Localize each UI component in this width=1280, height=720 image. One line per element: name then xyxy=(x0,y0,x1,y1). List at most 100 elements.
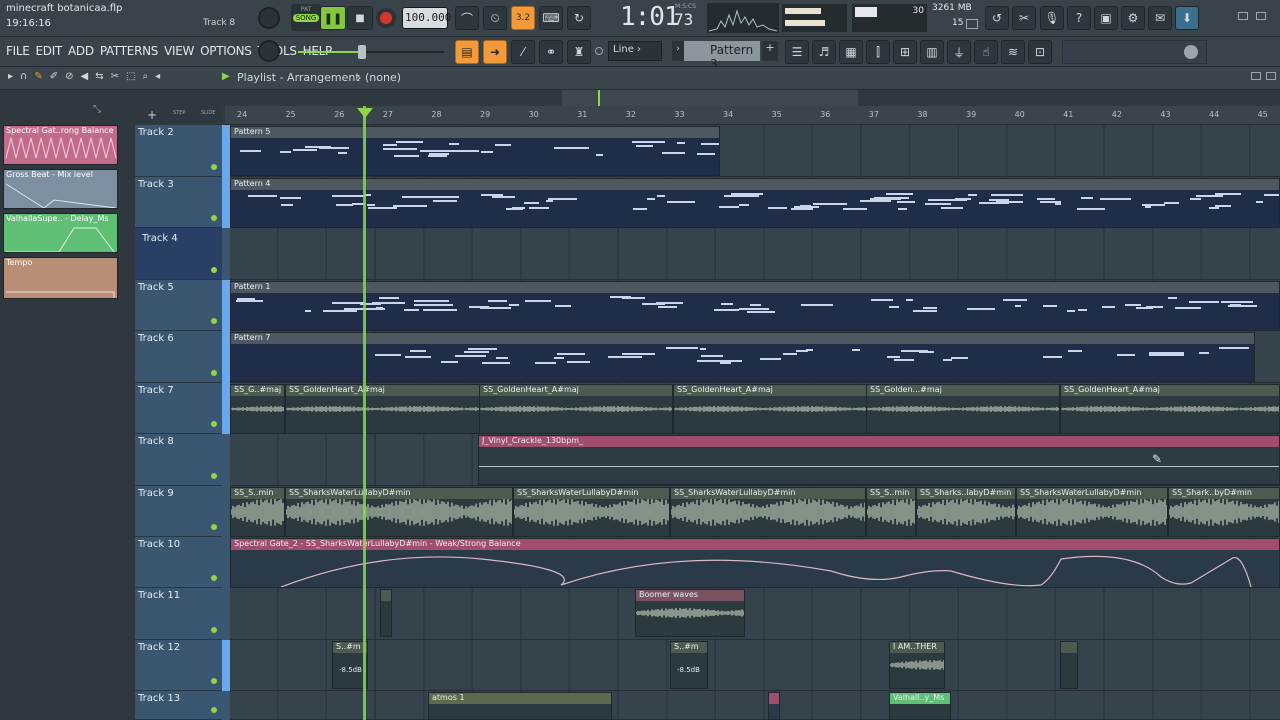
plug-icon[interactable]: ⏚ xyxy=(947,40,971,64)
menu-patterns[interactable]: PATTERNS xyxy=(100,44,159,58)
plugin-icon[interactable]: ⚙ xyxy=(1121,6,1145,30)
piano-roll-icon[interactable]: ▦ xyxy=(839,40,863,64)
track-header[interactable]: Track 10 xyxy=(135,537,222,588)
clip[interactable]: SS_GoldenHeart_A#maj xyxy=(673,384,867,434)
master-volume-slider[interactable] xyxy=(298,45,444,59)
select-tool-icon[interactable]: ⬚ xyxy=(126,71,135,82)
clip[interactable]: Spectral Gate_2 - SS_SharksWaterLullabyD… xyxy=(230,538,1280,588)
slice-tool-icon[interactable]: ✂ xyxy=(111,71,119,82)
countdown-icon[interactable]: 3.2 xyxy=(511,6,535,30)
track-enable-led[interactable] xyxy=(211,215,217,221)
link-icon[interactable]: ⚭ xyxy=(539,40,563,64)
mixer-icon[interactable]: ☰ xyxy=(785,40,809,64)
clip[interactable] xyxy=(380,589,392,637)
clip-spectral-gate[interactable]: Spectral Gat..rong Balance xyxy=(3,125,118,165)
wait-input-icon[interactable]: ⏲ xyxy=(483,6,507,30)
channel-rack-icon[interactable]: ♬ xyxy=(812,40,836,64)
pattern-selector[interactable]: Pattern 3 xyxy=(684,41,760,71)
track-enable-led[interactable] xyxy=(211,524,217,530)
wave-icon[interactable]: ≋ xyxy=(1001,40,1025,64)
scroll-icon[interactable]: ⤡ xyxy=(93,104,101,115)
clip[interactable] xyxy=(1060,641,1078,689)
microphone-icon[interactable]: 🎙 xyxy=(1040,6,1064,30)
help-icon[interactable]: ? xyxy=(1067,6,1091,30)
clip[interactable] xyxy=(768,692,780,720)
master-pitch-knob[interactable] xyxy=(258,40,280,62)
slice-icon[interactable]: ⁄ xyxy=(511,40,535,64)
track-header[interactable]: Track 7 xyxy=(135,383,222,434)
track-lane[interactable] xyxy=(230,228,1280,280)
snap-select[interactable]: Line › xyxy=(608,41,662,61)
faders-icon[interactable]: ⫿ xyxy=(866,40,890,64)
playhead-marker-icon[interactable] xyxy=(357,108,373,118)
clip[interactable]: SS_Sharks..labyD#min xyxy=(916,487,1016,537)
clip[interactable]: atmos 1 xyxy=(428,692,612,720)
menu-options[interactable]: OPTIONS xyxy=(200,44,252,58)
maximize-icon[interactable] xyxy=(1256,12,1266,20)
add-pattern-icon[interactable]: + xyxy=(762,41,778,61)
loop-record-icon[interactable]: ↻ xyxy=(567,6,591,30)
track-header[interactable]: Track 12 xyxy=(135,640,222,691)
track-enable-led[interactable] xyxy=(211,267,217,273)
playlist-maximize-icon[interactable] xyxy=(1266,72,1276,80)
clip[interactable]: S..#m -8.5dB xyxy=(670,641,708,689)
chat-icon[interactable]: ✉ xyxy=(1148,6,1172,30)
playlist-minimize-icon[interactable] xyxy=(1251,72,1261,80)
clip[interactable]: SS_GoldenHeart_A#maj xyxy=(285,384,480,434)
track-header[interactable]: Track 3 xyxy=(135,177,222,228)
magnet-icon[interactable] xyxy=(595,47,603,55)
menu-add[interactable]: ADD xyxy=(68,44,94,58)
clip[interactable]: SS_SharksWaterLullabyD#min xyxy=(285,487,513,537)
stamp-icon[interactable]: ♜ xyxy=(567,40,591,64)
clip[interactable]: SS_GoldenHeart_A#maj xyxy=(479,384,673,434)
magnet-tool-icon[interactable]: ∩ xyxy=(20,71,27,82)
track-header[interactable]: Track 6 xyxy=(135,331,222,383)
clip[interactable]: SS_GoldenHeart_A#maj xyxy=(1060,384,1280,434)
track-header[interactable]: Track 13 xyxy=(135,691,222,720)
minimize-icon[interactable] xyxy=(1238,12,1248,20)
pattern-prev-icon[interactable]: › xyxy=(672,41,684,61)
news-panel[interactable] xyxy=(1062,40,1207,64)
track-header[interactable]: Track 8 xyxy=(135,434,222,486)
overview-window[interactable] xyxy=(562,90,858,106)
clip[interactable]: I AM..THER xyxy=(889,641,945,689)
track-lane[interactable] xyxy=(230,691,1280,720)
clip[interactable]: Pattern 7 xyxy=(230,332,1255,382)
clip[interactable]: Pattern 4 xyxy=(230,178,1280,228)
clip[interactable]: SS_G..#maj xyxy=(230,384,285,434)
clip-gross-beat[interactable]: Gross Beat - Mix level xyxy=(3,169,118,209)
track-enable-led[interactable] xyxy=(211,575,217,581)
browser-icon[interactable]: ⊞ xyxy=(893,40,917,64)
track-enable-led[interactable] xyxy=(211,678,217,684)
record-button[interactable] xyxy=(376,8,396,28)
add-track-icon[interactable]: + xyxy=(147,108,157,122)
mute-tool-icon[interactable]: ◀ xyxy=(81,71,89,82)
step-edit-icon[interactable]: ⌨ xyxy=(539,6,563,30)
menu-view[interactable]: VIEW xyxy=(164,44,194,58)
brush-tool-icon[interactable]: ✐ xyxy=(50,71,58,82)
track-enable-led[interactable] xyxy=(211,473,217,479)
save-icon[interactable]: ▣ xyxy=(1094,6,1118,30)
slip-tool-icon[interactable]: ⇆ xyxy=(95,71,103,82)
clip[interactable]: SS_Shark..byD#min xyxy=(1168,487,1280,537)
clip[interactable]: SS_Golden...#maj xyxy=(866,384,1060,434)
cart-icon[interactable]: ⊡ xyxy=(1028,40,1052,64)
playlist-play-icon[interactable]: ▶ xyxy=(222,71,230,82)
track-enable-led[interactable] xyxy=(211,318,217,324)
playhead[interactable] xyxy=(363,106,366,720)
clip[interactable]: Pattern 5 xyxy=(230,126,720,176)
overview-bar[interactable] xyxy=(222,90,1280,106)
timeline-ruler[interactable]: 24 25 26 27 28 29 30 31 32 33 34 35 36 37 38 39 40 41 42 43… xyxy=(225,106,1280,125)
master-volume-knob[interactable] xyxy=(258,7,280,29)
clip[interactable]: Boomer waves xyxy=(635,589,745,637)
menu-arrow-icon[interactable]: ▸ xyxy=(8,71,13,82)
track-enable-led[interactable] xyxy=(211,707,217,713)
clip[interactable]: SS_S..min xyxy=(230,487,285,537)
track-header[interactable]: Track 5 xyxy=(135,280,222,331)
delete-tool-icon[interactable]: ⊘ xyxy=(65,71,73,82)
metronome-icon[interactable]: ⌒ xyxy=(455,6,479,30)
track-enable-led[interactable] xyxy=(211,627,217,633)
track-header[interactable]: Track 9 xyxy=(135,486,222,537)
pencil-tool-icon[interactable]: ✎ xyxy=(34,71,42,82)
clip[interactable]: Valhall..y_Ms xyxy=(889,692,951,720)
